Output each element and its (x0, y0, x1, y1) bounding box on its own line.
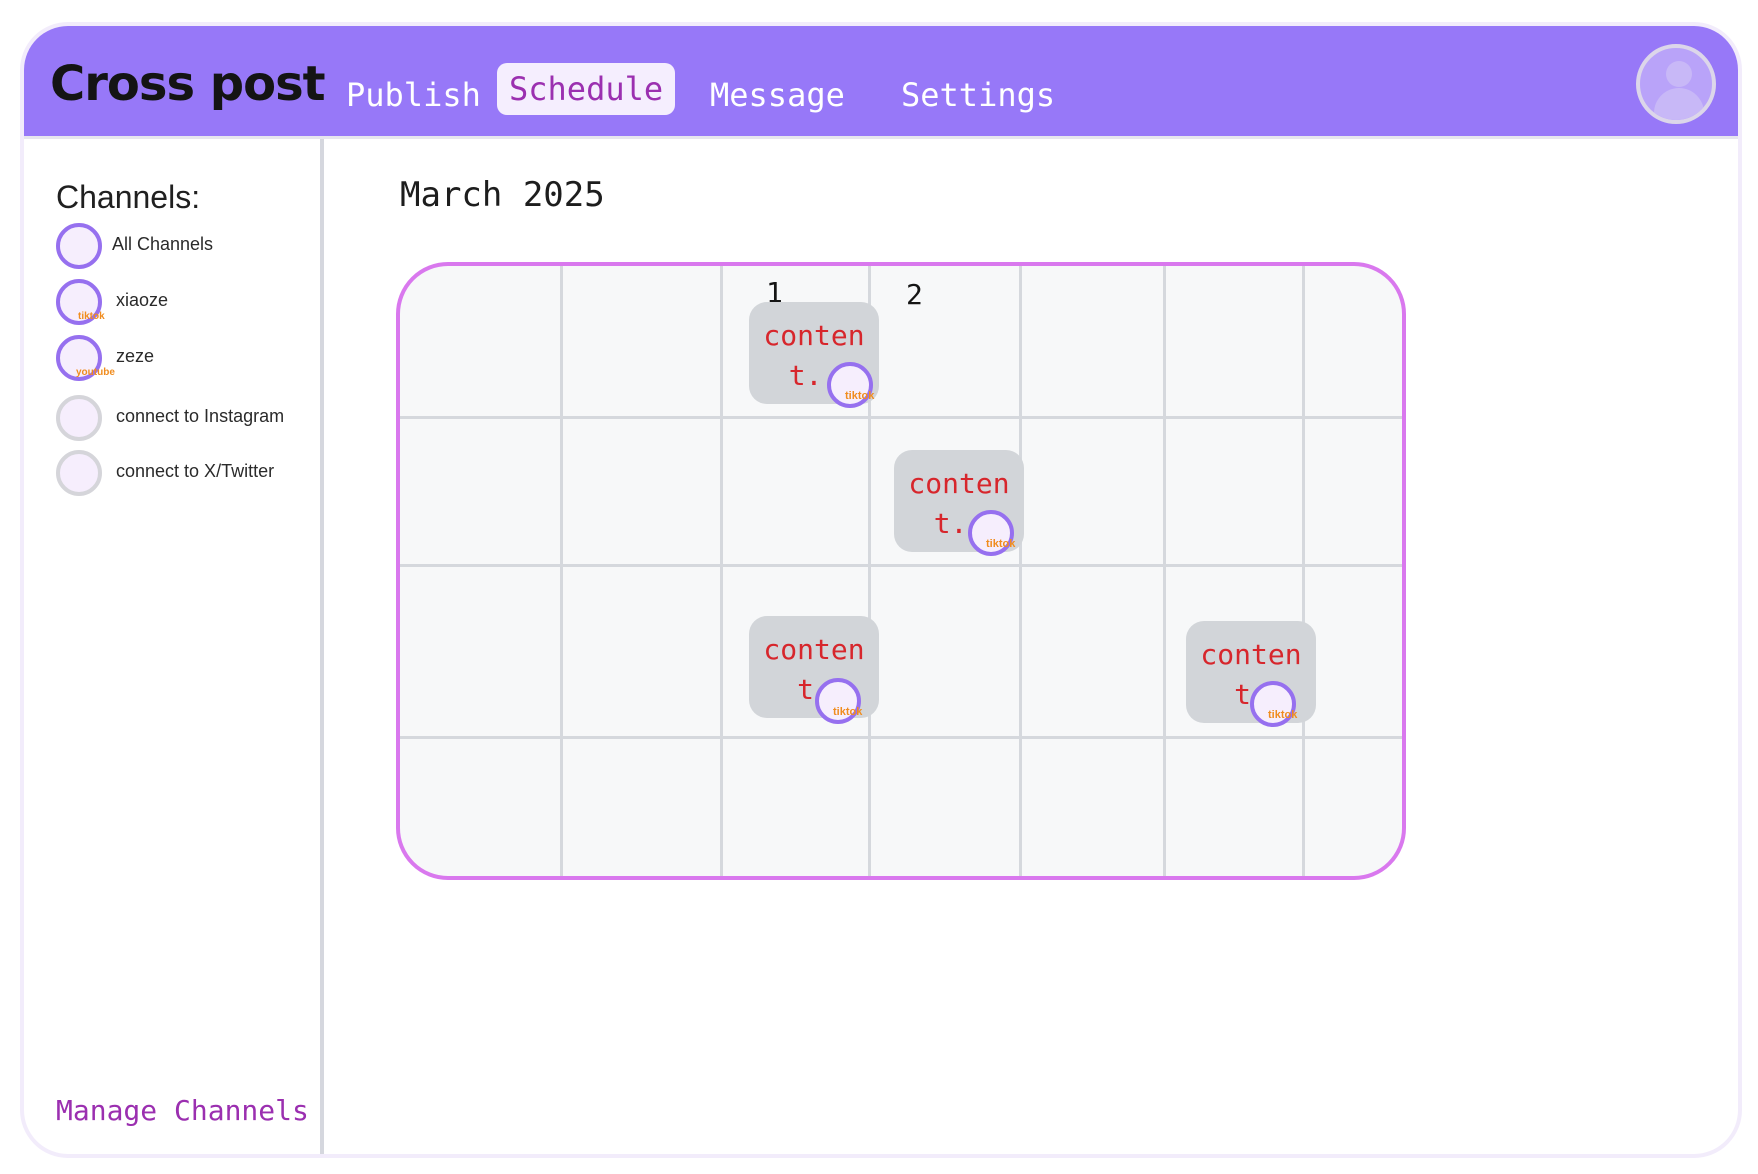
grid-line (560, 266, 563, 876)
channel-select-circle[interactable] (56, 450, 102, 496)
scheduled-post[interactable]: conten t.. tiktok (749, 302, 879, 408)
nav-message[interactable]: Message (710, 76, 845, 114)
channel-connect-instagram[interactable]: connect to Instagram (56, 395, 326, 441)
grid-line (400, 416, 1402, 419)
grid-line (1302, 266, 1305, 876)
channels-sidebar: Channels: All Channels tiktok xiaoze you… (24, 139, 326, 1154)
grid-line (720, 266, 723, 876)
manage-channels-link[interactable]: Manage Channels (56, 1094, 309, 1127)
grid-line (400, 564, 1402, 567)
calendar-month-title: March 2025 (400, 175, 605, 215)
tiktok-platform-tag: tiktok (1268, 709, 1298, 721)
tiktok-platform-tag: tiktok (833, 706, 863, 718)
tiktok-platform-tag: tiktok (986, 538, 1016, 550)
tiktok-platform-tag: tiktok (845, 390, 875, 402)
channel-all[interactable]: All Channels (56, 223, 326, 269)
channel-label: zeze (116, 346, 155, 366)
nav-publish[interactable]: Publish (346, 76, 481, 114)
app-logo: Cross post (50, 56, 326, 112)
channel-zeze[interactable]: youtube zeze (56, 335, 326, 381)
grid-line (400, 736, 1402, 739)
nav-schedule[interactable]: Schedule (497, 63, 676, 115)
grid-line (1019, 266, 1022, 876)
top-nav-bar: Cross post Publish Schedule Message Sett… (24, 26, 1738, 139)
day-number: 2 (906, 278, 923, 311)
avatar-head-icon (1666, 61, 1692, 87)
schedule-calendar: 1 2 conten t.. tiktok conten t.. tiktok co… (396, 262, 1406, 880)
channel-label: connect to X/Twitter (116, 461, 275, 481)
avatar-body-icon (1654, 88, 1704, 120)
grid-line (1163, 266, 1166, 876)
nav-settings[interactable]: Settings (901, 76, 1055, 114)
scheduled-post[interactable]: content. tiktok (749, 616, 879, 724)
tiktok-platform-tag: tiktok (78, 311, 105, 322)
channel-select-circle[interactable] (56, 223, 102, 269)
channel-label: All Channels (112, 234, 214, 254)
channel-label: connect to Instagram (116, 406, 285, 426)
youtube-platform-tag: youtube (76, 367, 115, 378)
channel-select-circle[interactable] (56, 395, 102, 441)
channels-title: Channels: (56, 179, 201, 215)
channel-connect-x-twitter[interactable]: connect to X/Twitter (56, 450, 326, 496)
channel-label: xiaoze (116, 290, 169, 310)
scheduled-post[interactable]: conten t.. tiktok (894, 450, 1024, 556)
scheduled-post[interactable]: content. tiktok (1186, 621, 1316, 727)
channel-xiaoze[interactable]: tiktok xiaoze (56, 279, 326, 325)
user-avatar[interactable] (1636, 44, 1716, 124)
